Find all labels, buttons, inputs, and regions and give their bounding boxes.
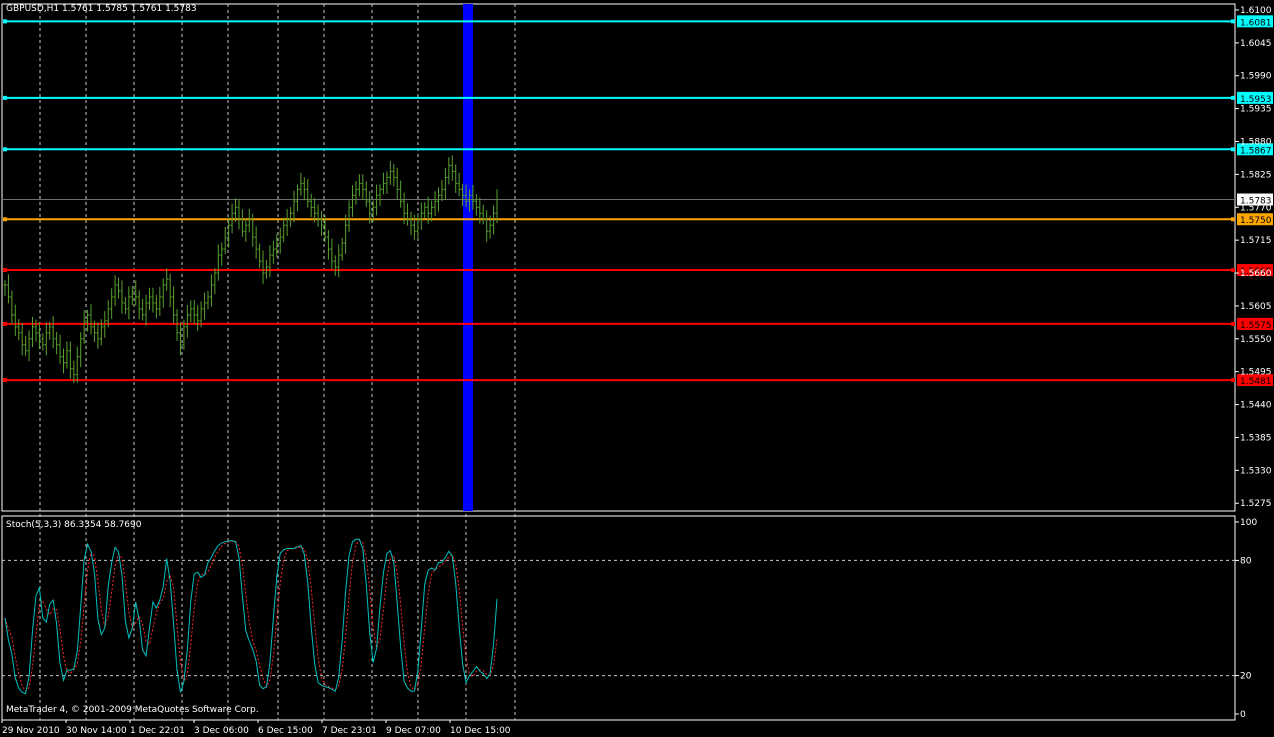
- price-axis-label: 1.5770: [1240, 203, 1272, 213]
- price-axis-label: 1.5880: [1240, 138, 1272, 148]
- price-tag-label: 1.5575: [1240, 321, 1272, 331]
- price-axis-label: 1.5715: [1240, 236, 1272, 246]
- stochastic-main-line: [4, 538, 498, 695]
- level-anchor-left[interactable]: [3, 378, 7, 383]
- price-axis-label: 1.5495: [1240, 368, 1272, 378]
- stochastic-axis-label: 0: [1240, 710, 1246, 720]
- level-anchor-left[interactable]: [3, 95, 7, 100]
- time-axis-label: 6 Dec 15:00: [258, 726, 313, 736]
- price-axis-label: 1.5275: [1240, 499, 1272, 509]
- time-axis-label: 30 Nov 14:00: [66, 726, 127, 736]
- level-anchor-left[interactable]: [3, 268, 7, 273]
- price-panel-frame: [1, 3, 1236, 512]
- price-axis-label: 1.5385: [1240, 433, 1272, 443]
- time-axis-label: 29 Nov 2010: [2, 726, 60, 736]
- price-axis-label: 1.5660: [1240, 269, 1272, 279]
- price-axis-label: 1.5440: [1240, 401, 1272, 411]
- price-tag-label: 1.5953: [1240, 95, 1272, 105]
- stochastic-signal-line: [4, 539, 498, 693]
- price-axis-label: 1.6045: [1240, 39, 1272, 49]
- time-axis-label: 9 Dec 07:00: [386, 726, 441, 736]
- price-axis-label: 1.5935: [1240, 105, 1272, 115]
- stochastic-axis-label: 100: [1240, 518, 1257, 528]
- level-anchor-right[interactable]: [1231, 147, 1235, 152]
- level-anchor-right[interactable]: [1231, 321, 1235, 326]
- level-anchor-left[interactable]: [3, 321, 7, 326]
- time-axis-label: 3 Dec 06:00: [194, 726, 249, 736]
- stochastic-axis-label: 20: [1240, 672, 1252, 682]
- price-axis-label: 1.5605: [1240, 302, 1272, 312]
- price-axis-label: 1.5990: [1240, 72, 1272, 82]
- level-anchor-right[interactable]: [1231, 378, 1235, 383]
- copyright-label: MetaTrader 4, © 2001-2009 MetaQuotes Sof…: [6, 705, 259, 715]
- price-tag-label: 1.5750: [1240, 216, 1272, 226]
- indicator-info-label: Stoch(5,3,3) 86.3354 58.7690: [6, 520, 142, 530]
- price-tag-label: 1.5867: [1240, 146, 1272, 156]
- level-anchor-right[interactable]: [1231, 95, 1235, 100]
- trading-chart[interactable]: 1.60811.59531.58671.57501.56651.55751.54…: [0, 0, 1274, 737]
- price-tag-label: 1.6081: [1240, 18, 1272, 28]
- time-axis-label: 1 Dec 22:01: [130, 726, 185, 736]
- stochastic-panel-frame: [1, 515, 1236, 721]
- symbol-info-label: GBPUSD,H1 1.5761 1.5785 1.5761 1.5783: [6, 4, 197, 14]
- stochastic-axis-label: 80: [1240, 556, 1252, 566]
- price-axis-label: 1.5825: [1240, 170, 1272, 180]
- level-anchor-left[interactable]: [3, 147, 7, 152]
- level-anchor-left[interactable]: [3, 217, 7, 222]
- price-axis-label: 1.6100: [1240, 6, 1272, 16]
- level-anchor-right[interactable]: [1231, 217, 1235, 222]
- price-axis-label: 1.5330: [1240, 466, 1272, 476]
- time-axis-label: 7 Dec 23:01: [322, 726, 377, 736]
- highlight-band: [463, 4, 473, 511]
- price-axis-label: 1.5550: [1240, 335, 1272, 345]
- price-tag-label: 1.5481: [1240, 377, 1272, 387]
- level-anchor-left[interactable]: [3, 19, 7, 24]
- time-axis-label: 10 Dec 15:00: [450, 726, 511, 736]
- level-anchor-right[interactable]: [1231, 268, 1235, 273]
- level-anchor-right[interactable]: [1231, 19, 1235, 24]
